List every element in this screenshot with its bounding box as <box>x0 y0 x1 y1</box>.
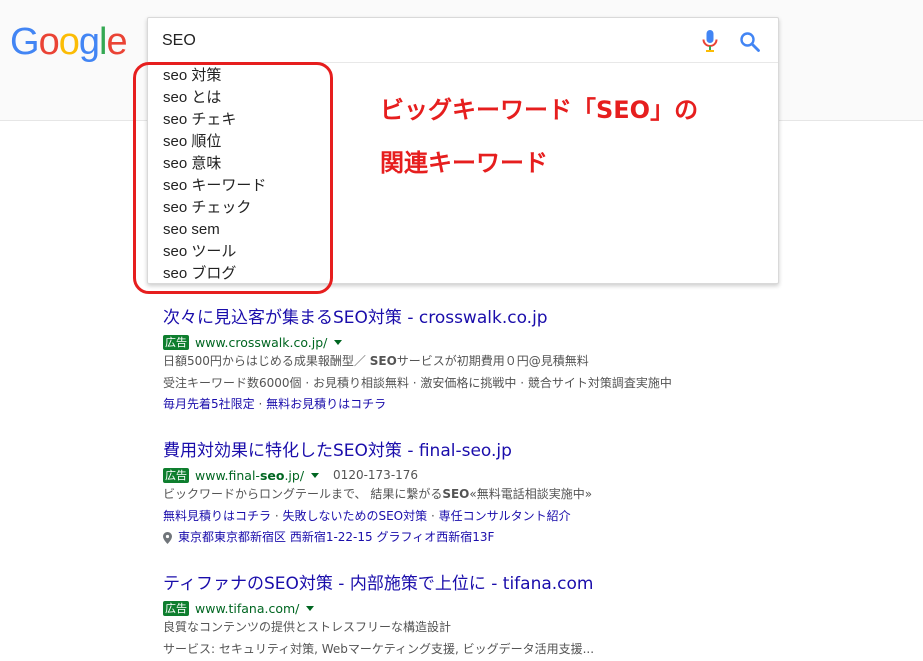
location-pin-icon <box>163 531 172 544</box>
sitelink[interactable]: 無料見積りはコチラ <box>163 509 271 523</box>
sitelink-separator: · <box>271 508 283 523</box>
result-description: ビックワードからロングテールまで、 結果に繋がるSEO«無料電話相談実施中» <box>163 487 593 501</box>
sitelink[interactable]: 無料お見積りはコチラ <box>266 397 386 411</box>
phone-number[interactable]: 0120-173-176 <box>333 468 418 482</box>
sitelink-separator: · <box>427 508 439 523</box>
microphone-icon[interactable] <box>701 29 719 53</box>
sitelink[interactable]: 専任コンサルタント紹介 <box>439 509 571 523</box>
result-title-link[interactable]: ティファナのSEO対策 - 内部施策で上位に - tifana.com <box>163 573 903 595</box>
sitelink-separator: · <box>254 397 267 411</box>
sitelinks: 無料見積りはコチラ · 失敗しないためのSEO対策 · 専任コンサルタント紹介 <box>163 506 903 528</box>
highlight-frame <box>133 62 333 294</box>
search-result: ティファナのSEO対策 - 内部施策で上位に - tifana.com 広告 w… <box>163 573 903 660</box>
result-url-line: 広告 www.crosswalk.co.jp/ <box>163 333 903 351</box>
dropdown-caret-icon[interactable] <box>306 606 315 611</box>
result-url-line: 広告 www.final-seo.jp/ 0120-173-176 <box>163 466 903 484</box>
ad-badge: 広告 <box>163 467 189 483</box>
logo-letter: G <box>10 21 40 63</box>
logo-letter: g <box>78 21 100 63</box>
search-result: 費用対効果に特化したSEO対策 - final-seo.jp 広告 www.fi… <box>163 440 903 549</box>
annotation-callout: ビッグキーワード「SEO」の 関連キーワード <box>380 84 780 190</box>
ad-badge: 広告 <box>163 334 189 350</box>
result-url: www.final-seo.jp/ <box>195 467 305 483</box>
search-icon[interactable] <box>739 31 761 53</box>
location-line[interactable]: 東京都東京都新宿区 西新宿1-22-15 グラフィオ西新宿13F <box>163 527 903 549</box>
result-title-link[interactable]: 費用対効果に特化したSEO対策 - final-seo.jp <box>163 440 903 462</box>
dropdown-caret-icon[interactable] <box>311 473 320 478</box>
result-description: 日額500円からはじめる成果報酬型／ SEOサービスが初期費用０円@見積無料 <box>163 354 589 368</box>
annotation-line: 関連キーワード <box>380 149 548 177</box>
address: 東京都東京都新宿区 西新宿1-22-15 グラフィオ西新宿13F <box>178 530 495 544</box>
search-input[interactable] <box>162 29 682 53</box>
result-url: www.crosswalk.co.jp/ <box>195 334 328 350</box>
logo-letter: o <box>58 21 80 63</box>
sitelink[interactable]: 毎月先着5社限定 <box>163 397 255 411</box>
result-description: 良質なコンテンツの提供とストレスフリーな構造設計 <box>163 620 452 634</box>
logo-letter: l <box>98 21 108 63</box>
annotation-line: ビッグキーワード「SEO」の <box>380 96 699 124</box>
logo-letter: e <box>106 21 127 63</box>
logo-letter: o <box>38 21 60 63</box>
ad-badge: 広告 <box>163 600 189 616</box>
result-description: 受注キーワード数6000個 · お見積り相談無料 · 激安価格に挑戦中 · 競合… <box>163 375 672 390</box>
result-url-line: 広告 www.tifana.com/ <box>163 599 903 617</box>
sitelinks: 毎月先着5社限定 · 無料お見積りはコチラ <box>163 394 903 416</box>
result-title-link[interactable]: 次々に見込客が集まるSEO対策 - crosswalk.co.jp <box>163 307 903 329</box>
sitelink[interactable]: 失敗しないためのSEO対策 <box>282 509 427 523</box>
result-description: サービス: セキュリティ対策, Webマーケティング支援, ビッグデータ活用支援… <box>163 641 595 656</box>
dropdown-caret-icon[interactable] <box>334 340 343 345</box>
search-result: 次々に見込客が集まるSEO対策 - crosswalk.co.jp 広告 www… <box>163 307 903 416</box>
google-logo[interactable]: Google <box>10 20 128 64</box>
result-url: www.tifana.com/ <box>195 600 300 616</box>
